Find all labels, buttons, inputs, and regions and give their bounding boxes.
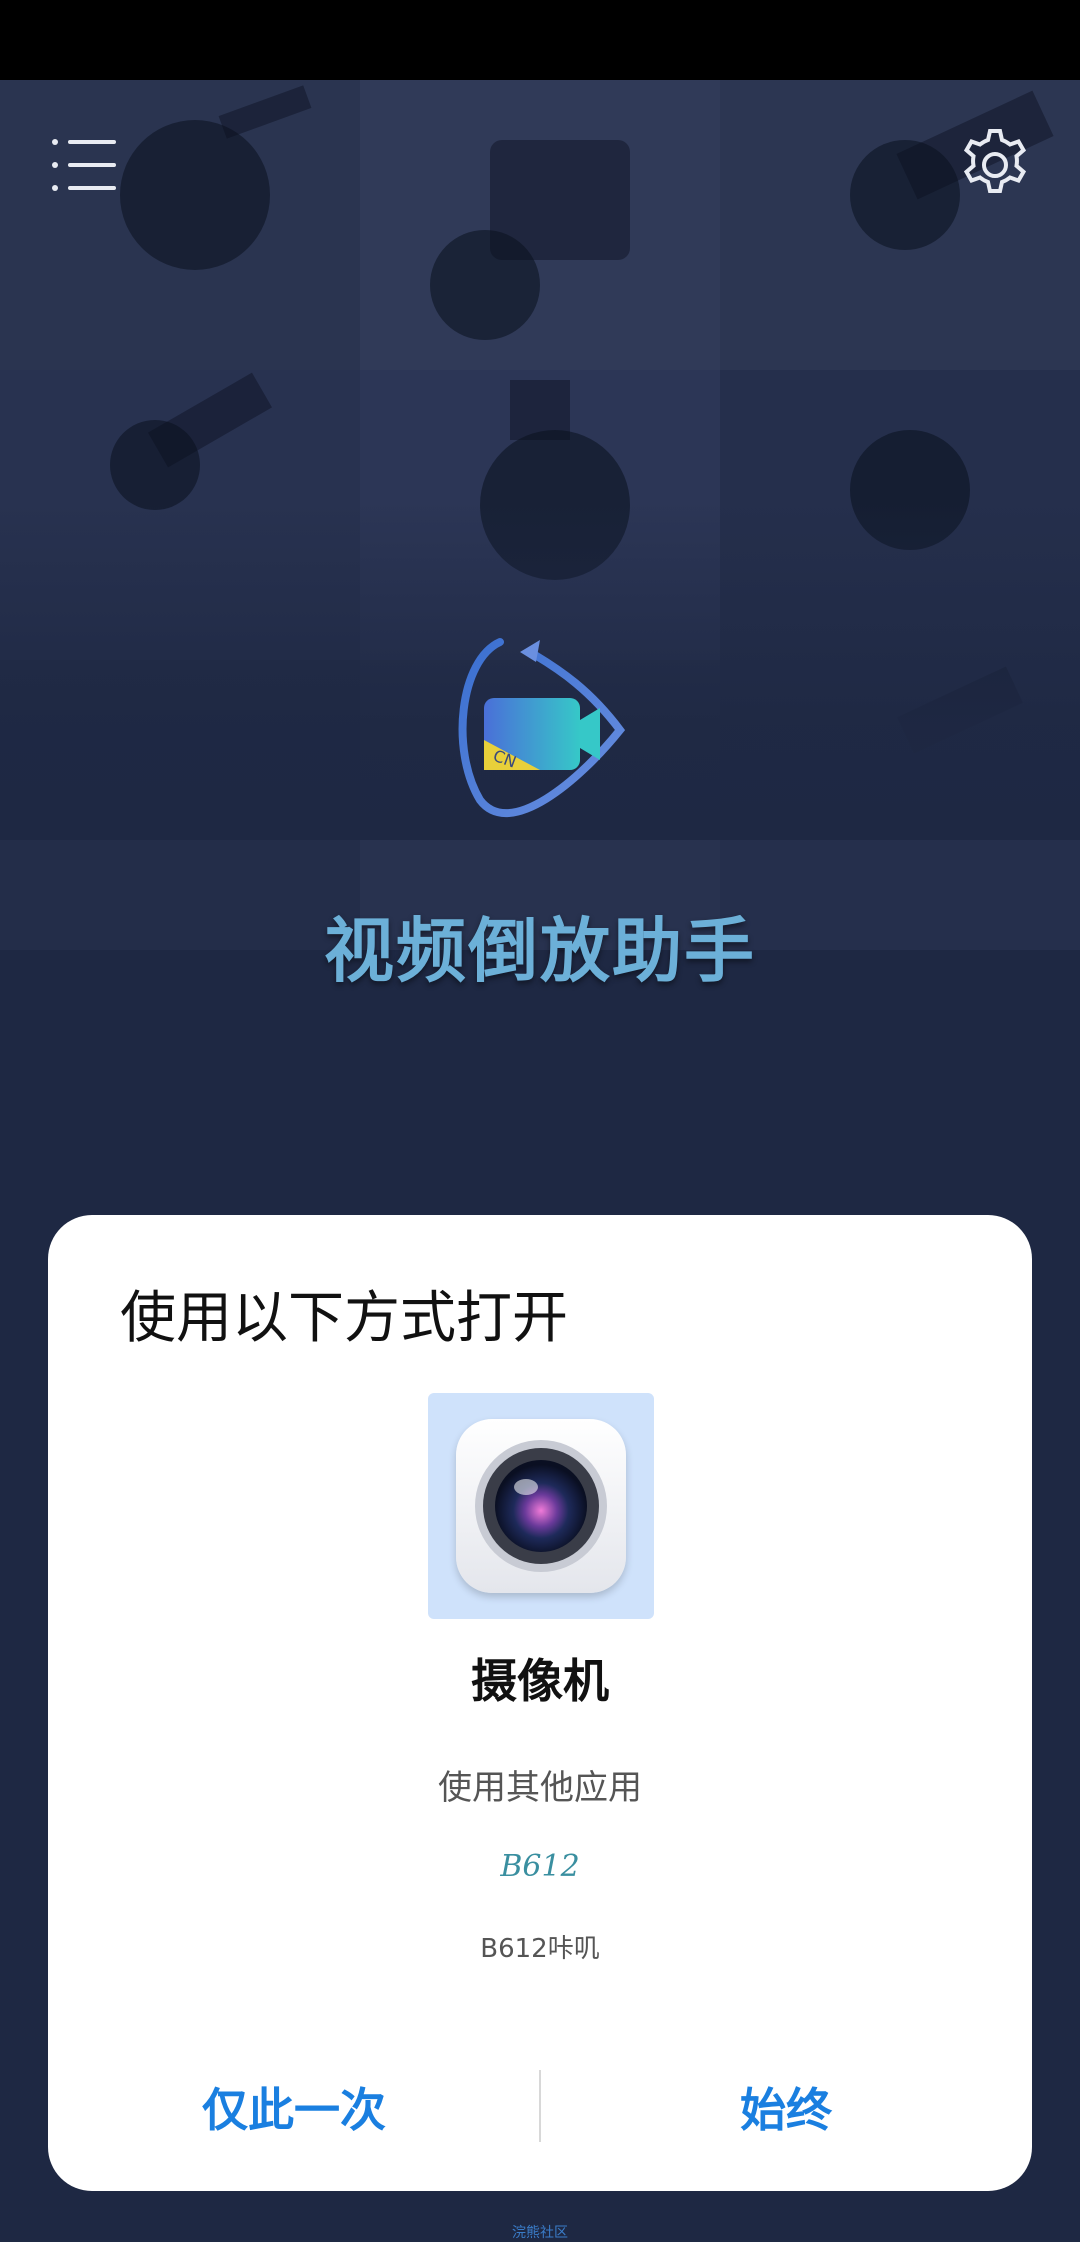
settings-button[interactable] xyxy=(955,125,1035,205)
open-with-dialog: 使用以下方式打开 摄像机 使用其他应用 B612 B612咔叽 仅此一次 始终 xyxy=(48,1215,1032,2191)
camera-lens-icon xyxy=(456,1419,626,1593)
app-option-camera[interactable] xyxy=(428,1393,654,1619)
always-button[interactable]: 始终 xyxy=(540,2055,1032,2165)
gear-icon xyxy=(963,129,1027,193)
status-bar xyxy=(0,0,1080,80)
app-title: 视频倒放助手 xyxy=(324,910,756,992)
watermark-text: 浣熊社区 xyxy=(512,2225,568,2241)
app-option-b612[interactable]: B612 B612咔叽 xyxy=(460,1825,620,1985)
app-option-label: B612咔叽 xyxy=(480,1934,600,1964)
b612-logo-icon: B612 xyxy=(500,1849,580,1884)
other-apps-label: 使用其他应用 xyxy=(438,1768,642,1808)
app-option-label: 摄像机 xyxy=(471,1654,609,1708)
dialog-title: 使用以下方式打开 xyxy=(120,1286,568,1351)
app-logo-icon: CN xyxy=(458,638,626,817)
just-once-button[interactable]: 仅此一次 xyxy=(48,2055,540,2165)
menu-button[interactable] xyxy=(50,135,120,195)
